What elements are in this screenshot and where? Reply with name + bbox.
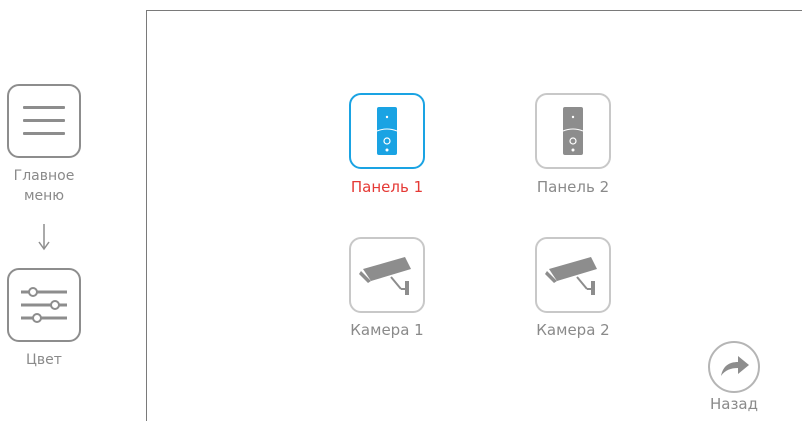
camera-2-tile[interactable]	[535, 237, 611, 313]
back-arrow-icon	[708, 341, 760, 393]
color-settings-label: Цвет	[26, 352, 62, 368]
door-panel-icon	[562, 107, 584, 155]
panel-2-tile[interactable]	[535, 93, 611, 169]
camera-1-tile[interactable]	[349, 237, 425, 313]
cctv-camera-icon	[359, 257, 411, 295]
down-arrow-icon	[38, 222, 50, 252]
main-menu-label: Главное меню	[13, 168, 75, 204]
app-screen: Главное меню Цвет Панель 1 Панель 2 Каме…	[0, 0, 802, 421]
back-label: Назад	[709, 395, 758, 413]
sliders-icon	[21, 287, 67, 323]
camera-2-label: Камера 2	[536, 321, 610, 339]
back-button[interactable]	[707, 340, 761, 394]
panel-1-label: Панель 1	[350, 178, 424, 196]
panel-1-tile[interactable]	[349, 93, 425, 169]
device-select-panel	[146, 10, 802, 421]
panel-2-label: Панель 2	[536, 178, 610, 196]
door-panel-icon	[376, 107, 398, 155]
main-menu-tile[interactable]	[7, 84, 81, 158]
cctv-camera-icon	[545, 257, 597, 295]
color-settings-tile[interactable]	[7, 268, 81, 342]
hamburger-menu-icon	[23, 106, 65, 135]
camera-1-label: Камера 1	[350, 321, 424, 339]
